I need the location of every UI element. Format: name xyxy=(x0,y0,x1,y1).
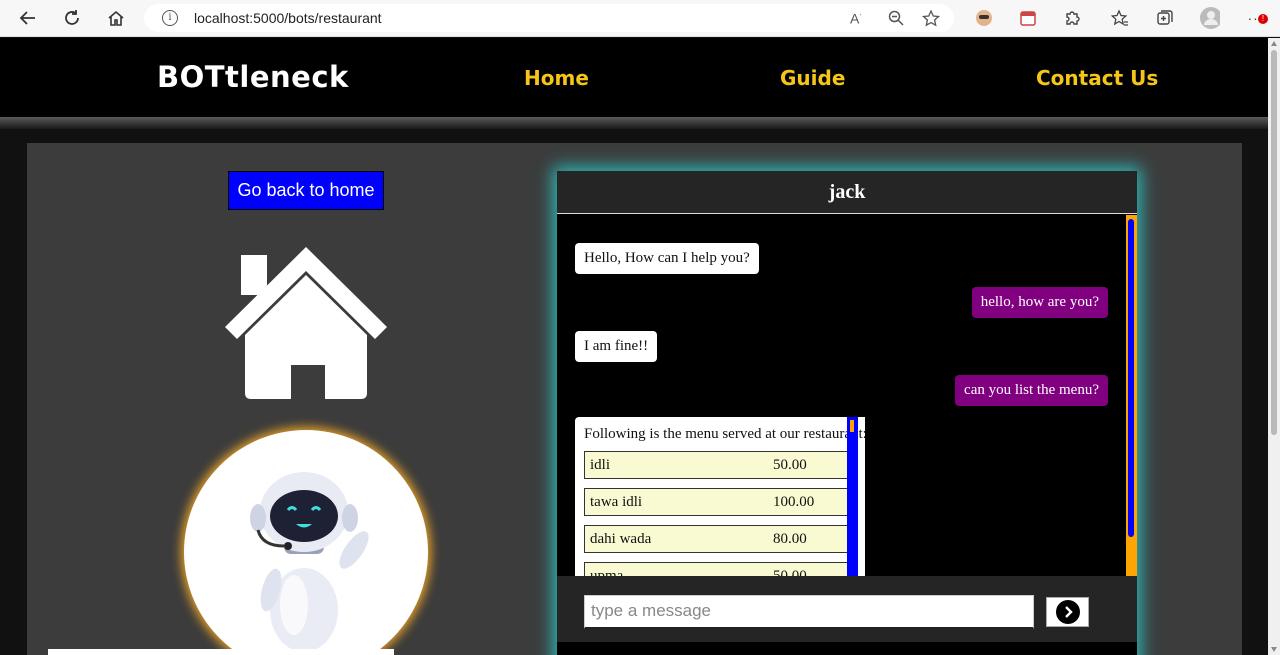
menu-intro: Following is the menu served at our rest… xyxy=(584,426,865,442)
profile-avatar-icon[interactable] xyxy=(1200,7,1220,29)
menu-item-price: 80.00 xyxy=(773,531,807,547)
page: BOTtleneck Home Guide Contact Us Go back… xyxy=(0,38,1268,655)
bot-message: I am fine!! xyxy=(575,331,658,362)
page-scroll-thumb[interactable] xyxy=(1271,50,1277,435)
menu-scrollbar[interactable] xyxy=(847,417,858,576)
site-logo[interactable]: BOTtleneck xyxy=(157,60,349,94)
bottom-overflow-strip xyxy=(48,649,394,655)
settings-more-icon[interactable]: ··· ! xyxy=(1246,8,1268,28)
back-icon[interactable] xyxy=(16,6,40,30)
chat-messages[interactable]: Hello, How can I help you? hello, how ar… xyxy=(557,215,1137,576)
nav-home[interactable]: Home xyxy=(524,66,589,90)
house-icon xyxy=(221,243,391,401)
extension-avatar-icon[interactable] xyxy=(974,8,994,28)
nav-guide[interactable]: Guide xyxy=(780,66,845,90)
favorite-add-icon[interactable] xyxy=(921,9,941,31)
chat-scroll-thumb[interactable] xyxy=(1128,219,1134,537)
site-header: BOTtleneck Home Guide Contact Us xyxy=(0,38,1268,117)
main-panel: Go back to home jack Hello, How can I he… xyxy=(27,143,1242,655)
nav-contact-us[interactable]: Contact Us xyxy=(1036,66,1158,90)
chat-scrollbar[interactable] xyxy=(1126,215,1137,576)
user-message: can you list the menu? xyxy=(955,375,1108,406)
page-scrollbar[interactable] xyxy=(1268,38,1280,655)
url-text: localhost:5000/bots/restaurant xyxy=(194,10,382,26)
chat-window: jack Hello, How can I help you? hello, h… xyxy=(557,171,1137,655)
menu-item-name: idli xyxy=(590,457,611,473)
address-bar[interactable]: i localhost:5000/bots/restaurant Aᐧ xyxy=(144,4,954,32)
chat-input-bar: type a message xyxy=(557,576,1137,642)
bot-message: Hello, How can I help you? xyxy=(575,243,759,274)
menu-item: tawa idli 100.00 xyxy=(584,488,857,516)
menu-item-name: upma xyxy=(590,568,624,576)
chat-header: jack xyxy=(557,171,1137,214)
extensions-puzzle-icon[interactable] xyxy=(1062,8,1082,28)
send-button[interactable] xyxy=(1046,597,1089,627)
read-aloud-icon[interactable]: Aᐧ xyxy=(850,10,862,27)
notification-badge: ! xyxy=(1258,14,1268,24)
chat-bot-name: jack xyxy=(828,181,866,203)
browser-toolbar: i localhost:5000/bots/restaurant Aᐧ ··· … xyxy=(0,0,1280,37)
menu-item: upma 50.00 xyxy=(584,562,857,576)
menu-item-name: dahi wada xyxy=(590,531,652,547)
menu-item: idli 50.00 xyxy=(584,451,857,479)
home-browser-icon[interactable] xyxy=(104,6,128,30)
menu-item-price: 50.00 xyxy=(773,568,807,576)
collections-icon[interactable] xyxy=(1155,8,1175,28)
scroll-down-icon[interactable] xyxy=(1271,647,1277,652)
menu-item-price: 100.00 xyxy=(773,494,815,510)
scroll-up-icon[interactable] xyxy=(1271,41,1277,46)
message-input[interactable]: type a message xyxy=(584,595,1034,629)
menu-item-price: 50.00 xyxy=(773,457,807,473)
go-back-home-button[interactable]: Go back to home xyxy=(228,171,384,210)
refresh-icon[interactable] xyxy=(60,6,84,30)
user-message: hello, how are you? xyxy=(971,287,1108,318)
menu-message: Following is the menu served at our rest… xyxy=(575,417,865,576)
send-arrow-icon xyxy=(1055,600,1080,624)
extension-calendar-icon[interactable] xyxy=(1018,8,1038,28)
robot-avatar xyxy=(184,430,428,655)
menu-item-name: tawa idli xyxy=(590,494,643,510)
favorites-icon[interactable] xyxy=(1110,8,1130,28)
menu-scroll-thumb[interactable] xyxy=(850,420,854,432)
site-info-icon[interactable]: i xyxy=(162,10,178,26)
menu-item: dahi wada 80.00 xyxy=(584,525,857,553)
header-divider xyxy=(0,117,1268,129)
zoom-icon[interactable] xyxy=(888,10,904,29)
robot-illustration xyxy=(250,472,369,655)
